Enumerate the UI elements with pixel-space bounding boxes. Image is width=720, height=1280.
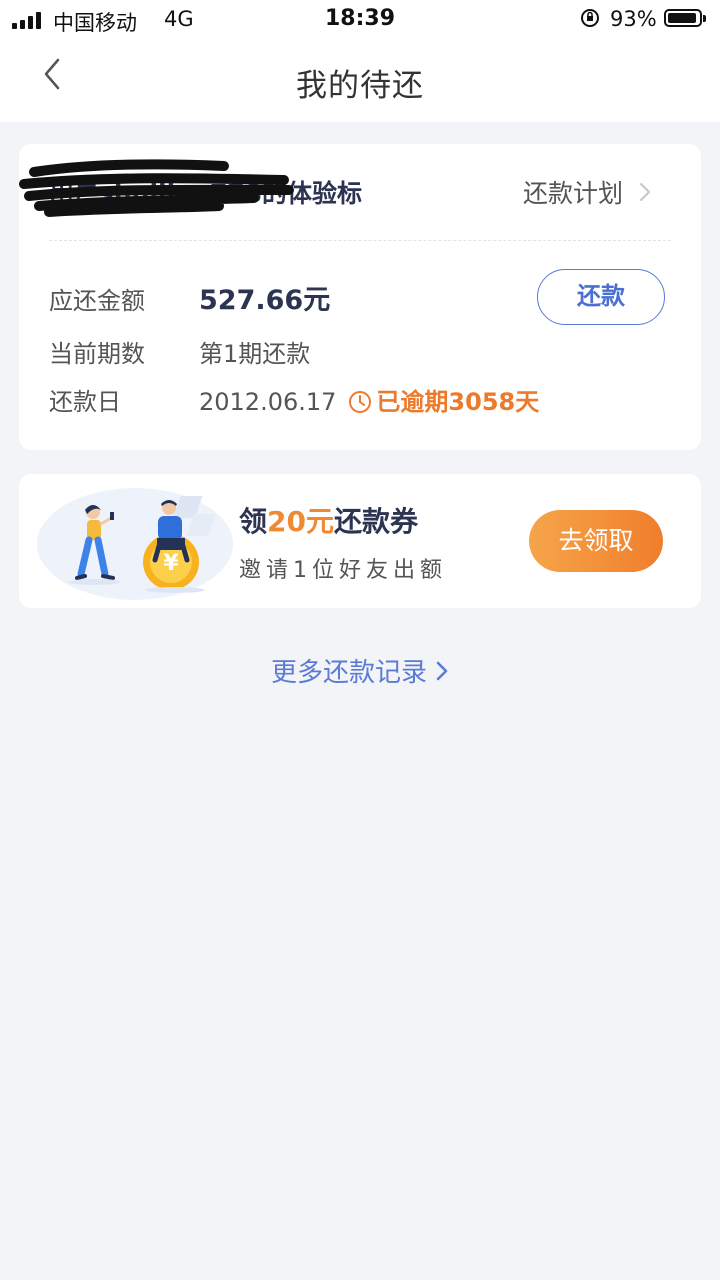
amount-value: 527.66元 (199, 285, 331, 316)
redaction-scribble (19, 159, 294, 217)
amount-row: 应还金额 527.66元 (49, 278, 330, 317)
promo-illustration: ¥ (37, 488, 233, 600)
battery-percent: 93% (610, 7, 657, 31)
promo-title: 领20元还款券 (239, 500, 418, 540)
repay-button[interactable]: 还款 (537, 269, 665, 325)
status-bar: 中国移动 4G 18:39 93% (0, 0, 720, 40)
svg-text:¥: ¥ (163, 551, 179, 576)
repayment-plan-link[interactable]: 还款计划 (523, 174, 623, 210)
promo-subtitle: 邀请1位好友出额 (239, 558, 447, 583)
page-title: 我的待还 (296, 68, 424, 104)
promo-title-suffix: 还款券 (333, 505, 418, 538)
battery-icon (664, 9, 706, 27)
period-value: 第1期还款 (199, 340, 311, 368)
period-label: 当前期数 (49, 340, 145, 368)
loan-card: 用户shuijian778的体验标 还款计划 应还金额 527.66元 当前期数第… (19, 144, 701, 450)
due-date-label: 还款日 (49, 388, 121, 416)
more-records-link[interactable]: 更多还款记录 (0, 652, 720, 689)
period-row: 当前期数 第1期还款 (49, 334, 310, 369)
battery-fill (668, 13, 696, 23)
coupon-promo-card[interactable]: ¥ 领20元还款券 邀请1位好友出额 去领取 (19, 474, 701, 608)
divider (49, 240, 671, 241)
amount-label: 应还金额 (49, 287, 145, 315)
claim-coupon-button[interactable]: 去领取 (529, 510, 663, 572)
promo-amount: 20元 (267, 505, 334, 538)
promo-title-prefix: 领 (239, 505, 268, 538)
chevron-right-icon (640, 183, 650, 201)
nav-bar: 我的待还 (0, 40, 720, 122)
due-date-value: 2012.06.17 (199, 388, 337, 416)
chevron-right-icon (436, 661, 448, 680)
due-date-row: 还款日 2012.06.17 已逾期3058天 (49, 382, 539, 417)
more-records-label: 更多还款记录 (270, 658, 427, 688)
overdue-status: 已逾期3058天 (376, 388, 540, 416)
rotation-lock-icon (581, 9, 599, 27)
clock-icon (349, 391, 372, 413)
